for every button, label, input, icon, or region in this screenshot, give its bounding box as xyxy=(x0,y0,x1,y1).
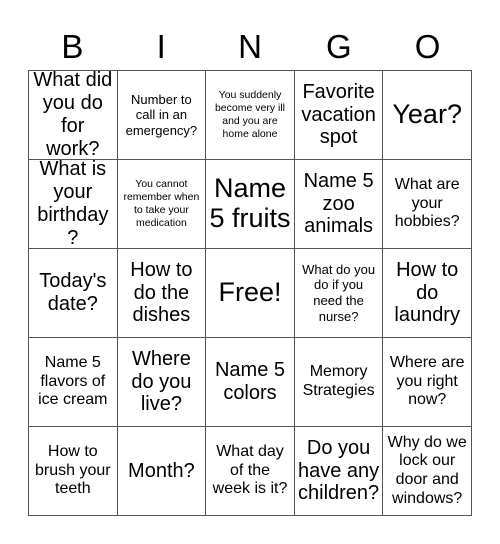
bingo-cell-label: Number to call in an emergency? xyxy=(125,91,198,138)
bingo-cell-label: How to do the dishes xyxy=(130,258,193,327)
bingo-cell[interactable]: Why do we lock our door and windows? xyxy=(383,427,472,516)
bingo-cell[interactable]: Name 5 fruits xyxy=(206,160,295,249)
bingo-cell[interactable]: Name 5 zoo animals xyxy=(294,160,384,249)
header-letter-b: B xyxy=(61,27,84,65)
bingo-cell[interactable]: How to do laundry xyxy=(383,249,472,338)
bingo-cell[interactable]: Name 5 colors xyxy=(206,338,295,427)
bingo-cell[interactable]: You suddenly become very ill and you are… xyxy=(206,71,295,160)
bingo-cell-free[interactable]: Free! xyxy=(206,249,295,338)
bingo-cell-label: What are your hobbies? xyxy=(394,176,460,231)
bingo-cell-label: What did you do for work? xyxy=(33,71,113,160)
header-letter-o: O xyxy=(414,27,441,65)
bingo-cell-label: Do you have any children? xyxy=(298,436,380,505)
bingo-cell[interactable]: What day of the week is it? xyxy=(206,427,295,516)
bingo-cell-label: Favorite vacation spot xyxy=(301,80,376,149)
bingo-cell-label: Month? xyxy=(128,459,195,482)
bingo-cell-label: Why do we lock our door and windows? xyxy=(387,433,467,507)
bingo-cell[interactable]: What is your birthday? xyxy=(29,160,118,249)
bingo-cell[interactable]: Name 5 flavors of ice cream xyxy=(29,338,118,427)
bingo-cell[interactable]: Today's date? xyxy=(29,249,118,338)
bingo-cell-label: How to do laundry xyxy=(394,258,460,327)
bingo-cell-label: What is your birthday? xyxy=(37,160,109,249)
bingo-cell[interactable]: Where are you right now? xyxy=(383,338,472,427)
bingo-cell[interactable]: Favorite vacation spot xyxy=(294,71,384,160)
bingo-cell[interactable]: Memory Strategies xyxy=(294,338,384,427)
bingo-cell[interactable]: Do you have any children? xyxy=(294,427,384,516)
header-letter-n: N xyxy=(238,27,262,65)
bingo-cell[interactable]: What did you do for work? xyxy=(29,71,118,160)
header-letter-i: I xyxy=(156,27,166,65)
bingo-cell-label: What day of the week is it? xyxy=(212,443,288,498)
bingo-cell-label: Memory Strategies xyxy=(302,363,375,399)
bingo-grid: What did you do for work? Number to call … xyxy=(28,70,472,516)
bingo-cell[interactable]: What do you do if you need the nurse? xyxy=(294,249,384,338)
bingo-cell[interactable]: Month? xyxy=(117,427,207,516)
bingo-cell-label: You suddenly become very ill and you are… xyxy=(214,89,285,140)
bingo-cell-label: How to brush your teeth xyxy=(35,443,111,498)
bingo-cell[interactable]: Year? xyxy=(383,71,472,160)
bingo-cell-label: Where do you live? xyxy=(131,347,192,416)
bingo-cell[interactable]: You cannot remember when to take your me… xyxy=(117,160,207,249)
bingo-cell-label: You cannot remember when to take your me… xyxy=(123,178,200,229)
bingo-cell[interactable]: How to brush your teeth xyxy=(29,427,118,516)
bingo-header-row: B I N G O xyxy=(28,22,472,70)
bingo-cell[interactable]: Number to call in an emergency? xyxy=(117,71,207,160)
bingo-cell-label: Name 5 zoo animals xyxy=(303,169,374,238)
bingo-cell-label: Name 5 colors xyxy=(214,359,285,404)
bingo-cell[interactable]: What are your hobbies? xyxy=(383,160,472,249)
header-letter-g: G xyxy=(325,27,352,65)
bingo-cell-label: Year? xyxy=(392,99,462,130)
bingo-cell-label: Name 5 fruits xyxy=(209,173,291,233)
bingo-cell-label: Free! xyxy=(218,277,282,308)
bingo-cell-label: What do you do if you need the nurse? xyxy=(302,261,376,324)
bingo-cell-label: Today's date? xyxy=(39,270,107,315)
bingo-cell-label: Name 5 flavors of ice cream xyxy=(38,354,108,409)
bingo-cell[interactable]: Where do you live? xyxy=(117,338,207,427)
bingo-card: B I N G O What did you do for work? Numbe… xyxy=(0,0,500,544)
bingo-cell[interactable]: How to do the dishes xyxy=(117,249,207,338)
bingo-cell-label: Where are you right now? xyxy=(389,354,465,409)
